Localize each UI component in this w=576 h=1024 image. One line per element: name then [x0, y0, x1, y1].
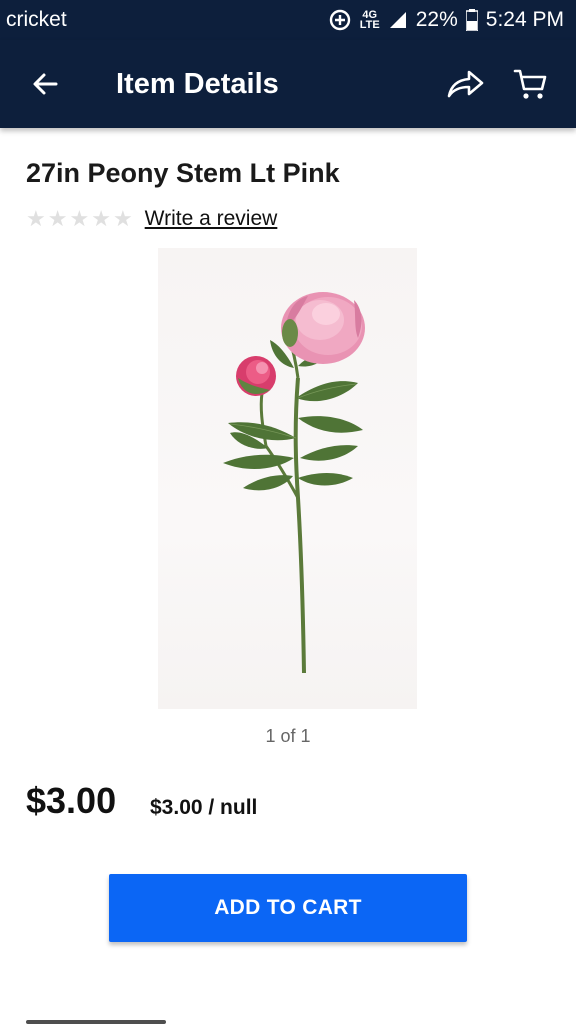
star-icon: ★	[26, 206, 46, 231]
image-counter: 1 of 1	[265, 726, 311, 746]
rating-row: ★ ★ ★ ★ ★ Write a review	[26, 207, 277, 231]
price: $3.00	[26, 780, 117, 821]
star-icon: ★	[91, 206, 111, 231]
truncated-section-heading	[26, 1012, 186, 1024]
status-icons: 4G LTE 22% 5:24 PM	[328, 8, 564, 32]
battery-icon	[465, 9, 478, 31]
app-bar: Item Details	[0, 40, 576, 128]
unit-price: $3.00 / null	[150, 796, 258, 819]
rating-stars: ★ ★ ★ ★ ★	[26, 208, 133, 230]
peony-image	[223, 292, 365, 674]
lte-icon: 4G LTE	[359, 9, 380, 31]
back-button[interactable]	[0, 40, 90, 128]
cart-icon	[513, 69, 547, 99]
star-icon: ★	[47, 206, 68, 231]
data-saver-icon	[328, 8, 352, 32]
page-title: Item Details	[116, 67, 279, 100]
share-button[interactable]	[434, 40, 498, 128]
signal-icon	[388, 10, 408, 30]
add-to-cart-button[interactable]: ADD TO CART	[109, 874, 467, 942]
carrier-name: cricket	[6, 8, 67, 31]
battery-percent: 22%	[415, 8, 458, 31]
cart-button[interactable]	[498, 40, 562, 128]
star-icon: ★	[112, 206, 133, 231]
back-arrow-icon	[33, 73, 58, 95]
clock: 5:24 PM	[485, 8, 564, 31]
product-image[interactable]	[158, 248, 417, 709]
star-icon: ★	[69, 206, 90, 231]
product-title: 27in Peony Stem Lt Pink	[26, 158, 340, 188]
status-bar: cricket 4G LTE 22% 5:24 PM	[0, 0, 576, 40]
write-review-link[interactable]: Write a review	[145, 207, 278, 231]
share-icon	[447, 70, 484, 98]
